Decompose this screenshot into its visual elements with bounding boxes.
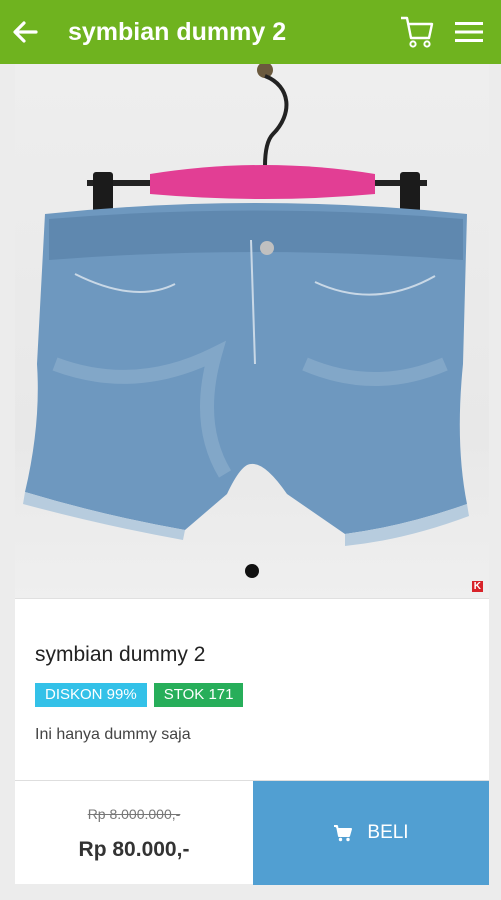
page-title: symbian dummy 2 bbox=[68, 17, 287, 46]
cart-icon bbox=[401, 16, 434, 48]
product-info: symbian dummy 2 DISKON 99% STOK 171 Ini … bbox=[15, 598, 489, 780]
denim-shorts-image bbox=[23, 64, 469, 546]
sale-price: Rp 80.000,- bbox=[78, 838, 190, 861]
hamburger-menu-icon bbox=[455, 22, 483, 42]
purchase-bar: Rp 8.000.000,- Rp 80.000,- BELI bbox=[15, 780, 489, 885]
discount-badge: DISKON 99% bbox=[35, 683, 147, 707]
product-image[interactable]: K bbox=[15, 64, 489, 598]
app-bar: symbian dummy 2 bbox=[0, 0, 501, 64]
product-card: K symbian dummy 2 DISKON 99% STOK 171 In… bbox=[15, 64, 489, 885]
product-description: Ini hanya dummy saja bbox=[35, 726, 191, 743]
original-price: Rp 8.000.000,- bbox=[87, 806, 181, 822]
arrow-left-icon bbox=[13, 21, 38, 43]
product-name: symbian dummy 2 bbox=[35, 643, 206, 666]
cart-button[interactable] bbox=[391, 0, 443, 64]
stock-badge: STOK 171 bbox=[153, 683, 244, 707]
menu-button[interactable] bbox=[443, 0, 495, 64]
brand-watermark: K bbox=[471, 581, 483, 592]
badge-row: DISKON 99% STOK 171 bbox=[35, 683, 244, 707]
carousel-dot-active[interactable] bbox=[245, 564, 259, 578]
cart-icon bbox=[334, 825, 353, 842]
back-button[interactable] bbox=[0, 0, 50, 64]
buy-button-label: BELI bbox=[367, 822, 409, 843]
buy-button[interactable]: BELI bbox=[253, 781, 489, 885]
price-block: Rp 8.000.000,- Rp 80.000,- bbox=[15, 781, 253, 885]
